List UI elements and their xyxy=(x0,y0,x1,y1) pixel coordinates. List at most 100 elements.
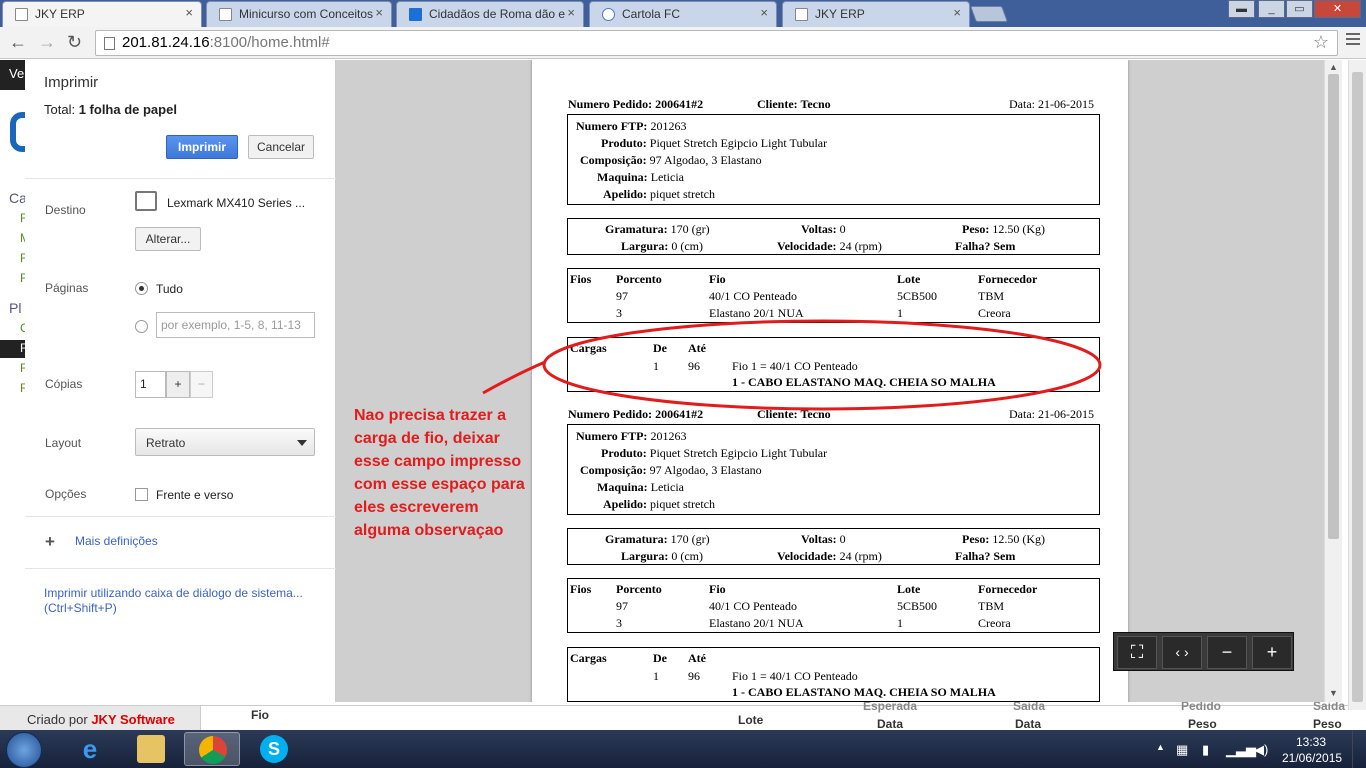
pages-input[interactable]: por exemplo, 1-5, 8, 11-13 xyxy=(156,312,315,338)
col-header-lote[interactable]: Lote xyxy=(738,713,763,727)
col-header-peso[interactable]: Peso xyxy=(1313,717,1342,731)
loads-table: Cargas De Até 1 96 Fio 1 = 40/1 CO Pente… xyxy=(567,337,1100,392)
scroll-thumb[interactable] xyxy=(1328,74,1339,539)
forward-arrow-icon[interactable]: → xyxy=(38,32,56,53)
power-icon[interactable]: ▮ xyxy=(1202,742,1209,758)
reload-icon[interactable]: ↻ xyxy=(67,32,82,53)
loading-icon xyxy=(602,8,615,21)
scroll-up-arrow-icon[interactable]: ▲ xyxy=(1329,62,1338,72)
show-desktop-button[interactable] xyxy=(1352,730,1366,768)
grammage-label: Gramatura: xyxy=(605,222,668,236)
volume-icon[interactable]: ◀) xyxy=(1254,742,1268,758)
yarn-cell: 1 xyxy=(897,616,903,630)
close-icon[interactable]: × xyxy=(760,5,768,20)
clock-date[interactable]: 21/06/2015 xyxy=(1282,751,1342,765)
plus-icon[interactable]: + xyxy=(45,532,55,552)
page-scrollbar[interactable] xyxy=(1348,60,1366,710)
scroll-thumb[interactable] xyxy=(1352,72,1363,702)
load-to: 96 xyxy=(688,669,700,683)
nickname-label: Apelido: xyxy=(603,187,648,201)
duplex-checkbox[interactable] xyxy=(135,488,148,501)
tab-title: Cartola FC xyxy=(622,7,681,21)
sidebar-fragment[interactable]: Pl xyxy=(9,300,21,316)
yarn-header: Fio xyxy=(709,272,726,286)
load-from: 1 xyxy=(653,669,659,683)
address-bar[interactable]: 201.81.24.16:8100/home.html# ☆ xyxy=(95,30,1338,56)
close-icon[interactable]: × xyxy=(953,5,961,20)
clock-time[interactable]: 13:33 xyxy=(1296,735,1326,749)
fit-to-page-icon[interactable]: ⛶ xyxy=(1117,636,1157,669)
tab-jky-erp-2[interactable]: JKY ERP × xyxy=(782,1,970,27)
tray-expand-icon[interactable]: ▲ xyxy=(1156,742,1165,752)
maximize-button[interactable]: ▭ xyxy=(1286,0,1313,18)
skype-app[interactable]: S xyxy=(246,732,302,766)
close-icon[interactable]: × xyxy=(185,5,193,20)
minimize-button[interactable]: _ xyxy=(1258,0,1285,18)
file-explorer-app[interactable] xyxy=(123,732,179,766)
print-button[interactable]: Imprimir xyxy=(166,135,238,159)
duplex-label[interactable]: Frente e verso xyxy=(156,488,233,502)
preview-scrollbar[interactable]: ▲ ▼ xyxy=(1324,60,1342,702)
credit-brand[interactable]: JKY Software xyxy=(91,712,175,727)
print-title: Imprimir xyxy=(44,74,99,91)
yarn-header: Lote xyxy=(897,582,921,596)
pages-all-radio[interactable] xyxy=(135,282,148,295)
col-header-peso[interactable]: Peso xyxy=(1188,717,1217,731)
layout-select[interactable]: Retrato xyxy=(135,428,315,456)
fit-to-width-icon[interactable]: ‹ › xyxy=(1162,636,1202,669)
zoom-out-icon[interactable]: − xyxy=(1207,636,1247,669)
zoom-in-icon[interactable]: + xyxy=(1252,636,1292,669)
tab-cartola-fc[interactable]: Cartola FC × xyxy=(589,1,777,27)
scroll-down-arrow-icon[interactable]: ▼ xyxy=(1329,688,1338,698)
col-header-fio[interactable]: Fio xyxy=(251,708,269,722)
client-value: Tecno xyxy=(800,407,831,421)
divider xyxy=(25,178,336,179)
more-settings-link[interactable]: Mais definições xyxy=(75,534,158,548)
start-button[interactable] xyxy=(6,732,42,768)
divider xyxy=(25,516,336,517)
product-box: Numero FTP: 201263 Produto: Piquet Stret… xyxy=(567,114,1100,205)
yarn-cell: 3 xyxy=(616,616,622,630)
speed-value: 24 (rpm) xyxy=(839,549,882,563)
user-icon[interactable]: ▬ xyxy=(1228,0,1255,18)
network-signal-icon[interactable]: ▁▃▅ xyxy=(1226,742,1256,758)
back-arrow-icon[interactable]: ← xyxy=(9,32,27,53)
window-close-button[interactable]: ✕ xyxy=(1314,0,1361,18)
copies-increment-button[interactable]: + xyxy=(166,371,190,398)
pages-custom-radio[interactable] xyxy=(135,320,148,333)
cancel-button[interactable]: Cancelar xyxy=(248,135,314,159)
col-header-data[interactable]: Data xyxy=(877,717,903,731)
yarn-cell: TBM xyxy=(978,599,1005,613)
close-icon[interactable]: × xyxy=(375,5,383,20)
chrome-app[interactable] xyxy=(184,732,240,766)
page-icon xyxy=(15,8,28,21)
copies-decrement-button[interactable]: − xyxy=(190,371,213,398)
close-icon[interactable]: × xyxy=(567,5,575,20)
change-printer-button[interactable]: Alterar... xyxy=(135,227,201,251)
tab-cidadaos-de-roma[interactable]: Cidadãos de Roma dão e × xyxy=(396,1,584,27)
copies-input[interactable]: 1 xyxy=(135,371,166,398)
yarn-cell: Creora xyxy=(978,616,1011,630)
system-dialog-link[interactable]: Imprimir utilizando caixa de diálogo de … xyxy=(44,586,314,616)
chevron-down-icon xyxy=(297,440,307,446)
sidebar-active-item[interactable]: F xyxy=(0,340,27,358)
url-path: :8100/home.html# xyxy=(209,34,330,51)
yarn-cell: Elastano 20/1 NUA xyxy=(709,616,804,630)
col-header-data[interactable]: Data xyxy=(1015,717,1041,731)
yarn-cell: 1 xyxy=(897,306,903,320)
new-tab-button[interactable] xyxy=(970,6,1008,22)
ftp-value: 201263 xyxy=(650,119,687,133)
product-box: Numero FTP: 201263 Produto: Piquet Stret… xyxy=(567,424,1100,515)
ftp-label: Numero FTP: xyxy=(576,119,648,133)
yarn-cell: 40/1 CO Penteado xyxy=(709,599,797,613)
page-icon xyxy=(104,37,115,50)
pages-all-label[interactable]: Tudo xyxy=(156,282,183,296)
yarn-header: Lote xyxy=(897,272,921,286)
menu-icon[interactable] xyxy=(1346,33,1360,48)
weight-value: 12.50 (Kg) xyxy=(992,532,1045,546)
windows-flag-icon[interactable]: ▦ xyxy=(1176,742,1188,758)
tab-minicurso[interactable]: Minicurso com Conceitos × xyxy=(206,1,392,27)
internet-explorer-app[interactable]: e xyxy=(62,732,118,766)
tab-jky-erp[interactable]: JKY ERP × xyxy=(2,1,202,27)
bookmark-star-icon[interactable]: ☆ xyxy=(1313,32,1329,53)
